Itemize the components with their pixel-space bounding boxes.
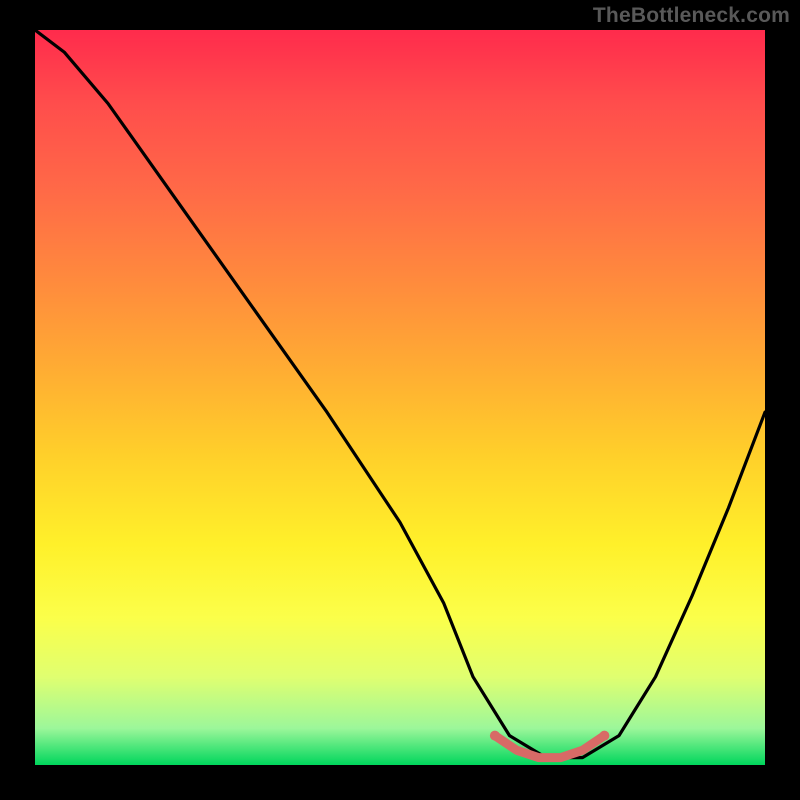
chart-frame: TheBottleneck.com <box>0 0 800 800</box>
marker-endcap <box>490 731 500 741</box>
chart-svg <box>35 30 765 765</box>
watermark-text: TheBottleneck.com <box>593 4 790 28</box>
plot-area <box>35 30 765 765</box>
marker-endcap <box>599 731 609 741</box>
bottleneck-curve <box>35 30 765 758</box>
